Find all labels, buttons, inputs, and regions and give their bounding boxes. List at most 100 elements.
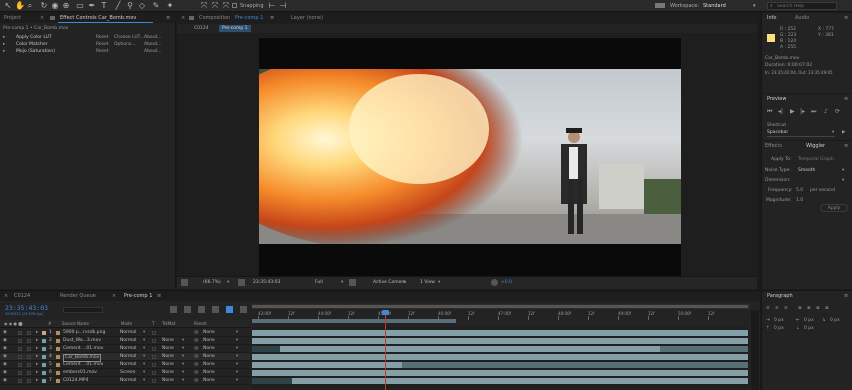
brush-tool-icon[interactable]: ╱	[114, 2, 122, 10]
exposure-reset-icon[interactable]	[491, 279, 498, 286]
zoom-tool-icon[interactable]: ⌕	[26, 2, 34, 10]
panel-menu-icon[interactable]: ≡	[166, 14, 170, 22]
visibility-eye-icon[interactable]: ◉	[3, 361, 7, 369]
trkmat-dropdown-icon[interactable]: ▾	[182, 361, 184, 369]
preserve-transparency-toggle[interactable]	[152, 379, 156, 383]
trkmat-select[interactable]: None	[162, 337, 174, 345]
layer-mode-select[interactable]: Normal	[120, 353, 136, 361]
parent-select[interactable]: None	[203, 337, 215, 345]
workspace-dropdown-icon[interactable]: ▾	[753, 2, 756, 10]
column-source-name[interactable]: Source Name	[62, 320, 89, 327]
trkmat-dropdown-icon[interactable]: ▾	[182, 337, 184, 345]
magnification-select[interactable]: (66.7%)	[203, 279, 221, 287]
shortcut-dropdown-icon[interactable]: ▾	[832, 129, 834, 136]
comp-mini-flowchart-icon[interactable]	[170, 306, 177, 313]
solo-toggle[interactable]	[18, 355, 22, 359]
solo-toggle[interactable]	[18, 331, 22, 335]
expand-arrow-icon[interactable]: ▸	[36, 337, 38, 345]
time-navigator[interactable]	[252, 304, 750, 309]
timeline-scrollbar[interactable]	[751, 310, 759, 390]
tab-composition-label[interactable]: Composition	[199, 14, 230, 22]
label-color-swatch[interactable]	[42, 363, 46, 367]
layer-mode-select[interactable]: Normal	[120, 361, 136, 369]
parent-dropdown-icon[interactable]: ▾	[236, 361, 238, 369]
axis-local-icon[interactable]: ⤧	[200, 2, 208, 10]
play-icon[interactable]: ▶	[790, 108, 795, 115]
view-layout-dropdown-icon[interactable]: ▾	[438, 279, 440, 287]
selection-tool-icon[interactable]: ↖	[4, 2, 12, 10]
lock-toggle[interactable]	[27, 363, 31, 367]
lock-toggle[interactable]	[27, 355, 31, 359]
effect-about-link[interactable]: About...	[144, 48, 162, 55]
layer-name[interactable]: embers01.mov	[63, 369, 97, 377]
snap-center-icon[interactable]: ⊣	[279, 2, 287, 10]
type-tool-icon[interactable]: T	[100, 2, 108, 10]
noise-type-dropdown-icon[interactable]: ▾	[842, 167, 844, 174]
space-after-value[interactable]: 0 px	[804, 325, 814, 332]
comp-video-frame[interactable]	[259, 69, 681, 244]
trkmat-dropdown-icon[interactable]: ▾	[182, 369, 184, 377]
always-preview-icon[interactable]	[181, 279, 188, 286]
parent-dropdown-icon[interactable]: ▾	[236, 377, 238, 385]
tab-wiggler[interactable]: Wiggler	[806, 142, 825, 150]
tab-close-icon[interactable]: ×	[112, 292, 116, 300]
effect-reset-link[interactable]: Reset	[96, 41, 109, 48]
tab-info[interactable]: Info	[767, 14, 776, 22]
layer-duration-bar[interactable]	[252, 362, 402, 368]
indent-right-value[interactable]: 0 px	[804, 317, 814, 324]
camera-snapshot-icon[interactable]	[238, 279, 245, 286]
expand-arrow-icon[interactable]: ▸	[36, 361, 38, 369]
comp-menu-icon[interactable]: ≡	[270, 14, 274, 22]
timeline-layer-row[interactable]: ◉ ▸ 5 Cement ...01.mov Normal ▾ None ▾ @ None ▾	[0, 361, 250, 369]
trkmat-select[interactable]: None	[162, 369, 174, 377]
axis-world-icon[interactable]: ⤧	[211, 2, 219, 10]
workspace-select[interactable]: Standard	[703, 2, 759, 10]
justify-last-left-icon[interactable]: ≣	[798, 305, 802, 312]
parent-pickwhip-icon[interactable]: @	[194, 353, 199, 361]
expand-arrow-icon[interactable]: ▸	[3, 41, 5, 48]
magnitude-value[interactable]: 1.0	[796, 197, 803, 204]
layer-name[interactable]: Cement ...01.mov	[63, 361, 103, 369]
draft-3d-icon[interactable]	[184, 306, 191, 313]
align-right-icon[interactable]: ≡	[784, 305, 788, 312]
layer-name[interactable]: Cement ...01.mov	[63, 345, 103, 353]
workspace-icon[interactable]	[655, 3, 665, 8]
wiggler-menu-icon[interactable]: ≡	[844, 142, 848, 150]
layer-mode-select[interactable]: Normal	[120, 329, 136, 337]
camera-dropdown-icon[interactable]: ▾	[403, 279, 405, 287]
space-before-value[interactable]: 0 px	[774, 325, 784, 332]
effect-about-link[interactable]: About...	[144, 34, 162, 41]
preserve-transparency-toggle[interactable]	[152, 355, 156, 359]
timeline-layer-row[interactable]: ◉ ▸ 2 Dust_Wa...3.mov Normal ▾ None ▾ @ None ▾	[0, 337, 250, 345]
dimension-dropdown-icon[interactable]: ▾	[842, 177, 844, 184]
tab-layer[interactable]: Layer (none)	[291, 14, 323, 22]
parent-select[interactable]: None	[203, 369, 215, 377]
preserve-transparency-toggle[interactable]	[152, 347, 156, 351]
solo-toggle[interactable]	[18, 339, 22, 343]
parent-pickwhip-icon[interactable]: @	[194, 345, 199, 353]
shortcut-play-icon[interactable]: ▶	[842, 129, 845, 136]
graph-editor-icon[interactable]	[240, 306, 247, 313]
solo-toggle[interactable]	[18, 363, 22, 367]
timeline-layer-row[interactable]: ◉ ▸ 3 Cement ...01.mov Normal ▾ None ▾ @ None ▾	[0, 345, 250, 353]
layer-name[interactable]: Dust_Wa...3.mov	[63, 337, 101, 345]
label-color-swatch[interactable]	[42, 347, 46, 351]
layer-duration-bar[interactable]	[402, 362, 748, 368]
mode-dropdown-icon[interactable]: ▾	[143, 361, 145, 369]
puppet-pin-tool-icon[interactable]: ✦	[166, 2, 174, 10]
first-frame-icon[interactable]: ⏮	[767, 108, 772, 115]
expand-arrow-icon[interactable]: ▸	[36, 377, 38, 385]
preserve-transparency-toggle[interactable]	[152, 363, 156, 367]
trkmat-select[interactable]: None	[162, 353, 174, 361]
lock-toggle[interactable]	[27, 331, 31, 335]
tab-c0124[interactable]: C0124	[14, 292, 30, 300]
preserve-transparency-toggle[interactable]	[152, 339, 156, 343]
comp-viewer[interactable]	[177, 34, 757, 278]
help-search-box[interactable]: ⌕	[767, 2, 837, 10]
lock-toggle[interactable]	[27, 339, 31, 343]
timeline-current-time[interactable]: 23:35:43:03	[5, 304, 48, 312]
visibility-eye-icon[interactable]: ◉	[3, 369, 7, 377]
frame-blending-icon[interactable]	[212, 306, 219, 313]
solo-toggle[interactable]	[18, 379, 22, 383]
tab-audio[interactable]: Audio	[795, 14, 809, 22]
